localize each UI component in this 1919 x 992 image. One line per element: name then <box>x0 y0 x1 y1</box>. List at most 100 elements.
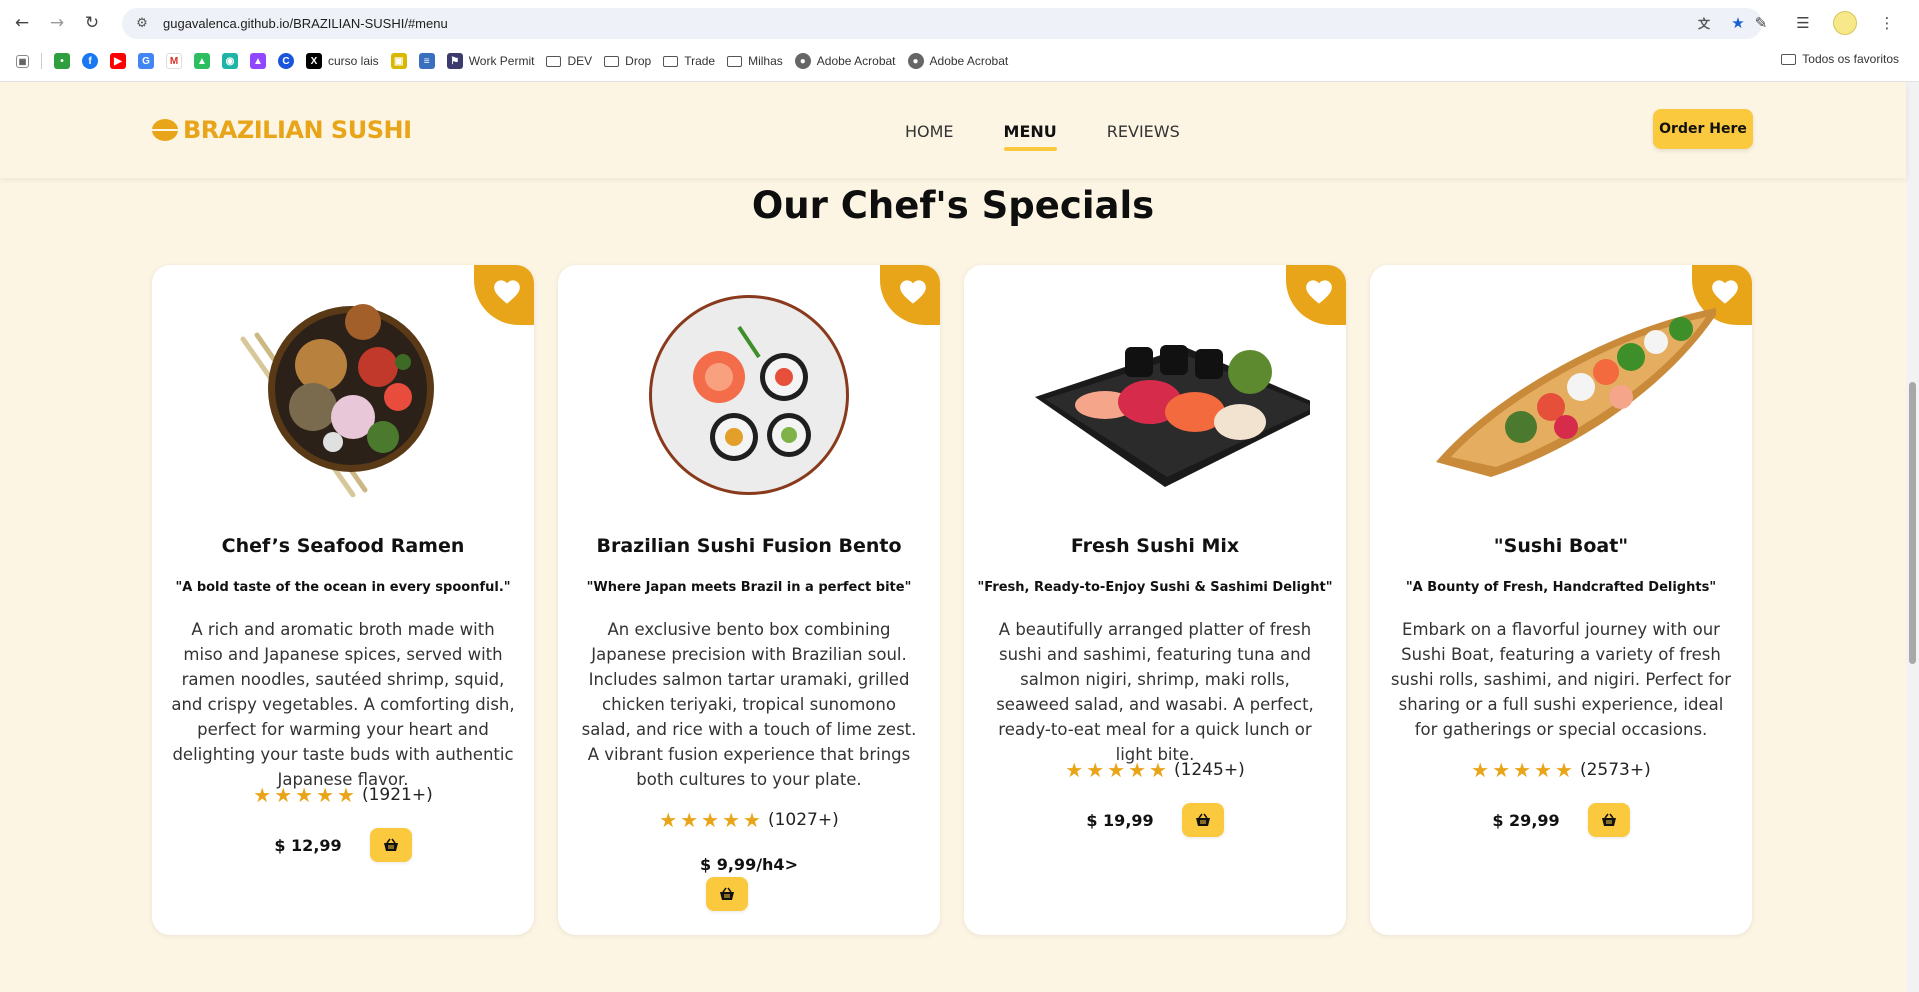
favorite-button[interactable] <box>880 265 940 325</box>
star-icon: ★ <box>274 783 293 807</box>
folder-icon <box>604 55 620 67</box>
all-bookmarks-label: Todos os favoritos <box>1802 52 1899 66</box>
youtube-icon[interactable]: ▶ <box>110 53 126 69</box>
reload-icon[interactable]: ↻ <box>79 10 105 36</box>
star-icon: ★ <box>1492 758 1511 782</box>
add-to-cart-button[interactable] <box>369 828 412 862</box>
section-title: Our Chef's Specials <box>751 184 1155 227</box>
star-icon: ★ <box>295 783 314 807</box>
bookmark-label: Drop <box>625 54 652 68</box>
review-count: (1921+) <box>361 785 433 805</box>
dish-rating: ★ ★ ★ ★ ★ (1245+) <box>964 760 1346 780</box>
evernote-icon[interactable]: ▲ <box>194 53 210 69</box>
ramen-bowl-image <box>240 304 434 497</box>
order-here-button[interactable]: Order Here <box>1653 109 1753 149</box>
folder-icon <box>1781 53 1797 65</box>
dish-price: $ 12,99 <box>274 835 342 855</box>
globe-icon: ● <box>794 53 811 69</box>
star-icon: ★ <box>1107 758 1126 782</box>
gauge-icon[interactable]: • <box>54 53 70 69</box>
gmail-icon[interactable]: M <box>166 53 182 69</box>
document-icon[interactable]: ≡ <box>418 53 435 69</box>
star-icon: ★ <box>1471 758 1490 782</box>
dish-price: $ 19,99 <box>1086 810 1154 830</box>
dish-rating: ★ ★ ★ ★ ★ (1921+) <box>152 785 534 805</box>
globe-icon: ● <box>907 53 924 69</box>
price-row: $ 19,99 <box>964 803 1346 837</box>
bookmark-drop[interactable]: Drop <box>604 54 651 68</box>
add-to-cart-button[interactable] <box>1181 803 1224 837</box>
apps-grid-icon[interactable]: ▦ <box>16 54 29 68</box>
translate-icon[interactable]: 文 <box>1694 13 1714 33</box>
bookmark-trade[interactable]: Trade <box>663 54 715 68</box>
c-icon[interactable]: C <box>278 53 294 69</box>
dish-card-sushi-mix: Fresh Sushi Mix "Fresh, Ready-to-Enjoy S… <box>964 265 1346 935</box>
star-icon: ★ <box>316 783 335 807</box>
media-icon[interactable]: ☰ <box>1791 11 1815 35</box>
star-icon: ★ <box>659 808 678 832</box>
bookmark-label: Adobe Acrobat <box>816 54 896 68</box>
camera-icon[interactable]: ◉ <box>222 53 238 69</box>
price-row: $ 29,99 <box>1370 803 1752 837</box>
star-icon: ★ <box>1086 758 1105 782</box>
site-info-icon[interactable]: ⚙ <box>132 14 152 34</box>
star-icon: ★ <box>253 783 272 807</box>
bookmark-label: Trade <box>684 54 716 68</box>
dish-tagline: "Where Japan meets Brazil in a perfect b… <box>586 580 912 595</box>
dish-card-bento: Brazilian Sushi Fusion Bento "Where Japa… <box>558 265 940 935</box>
nav-menu[interactable]: MENU <box>1003 122 1058 151</box>
back-icon[interactable]: ← <box>9 10 35 36</box>
translate-bookmark-icon[interactable]: G <box>138 53 154 69</box>
menu-icon[interactable]: ⋮ <box>1875 11 1899 35</box>
add-to-cart-button[interactable] <box>706 877 748 911</box>
dish-rating: ★ ★ ★ ★ ★ (2573+) <box>1370 760 1752 780</box>
dish-description: A beautifully arranged platter of fresh … <box>996 620 1314 764</box>
dish-description: An exclusive bento box combining Japanes… <box>581 620 917 789</box>
bookmark-work-permit[interactable]: ⚑ Work Permit <box>446 53 535 69</box>
card-icon[interactable]: ▣ <box>390 53 407 69</box>
dish-name: Fresh Sushi Mix <box>1070 535 1240 557</box>
extensions-icon[interactable]: ✎ <box>1749 11 1773 35</box>
forward-icon[interactable]: → <box>44 10 70 36</box>
star-icon: ★ <box>680 808 699 832</box>
profile-avatar[interactable] <box>1833 11 1857 35</box>
add-to-cart-button[interactable] <box>1587 803 1630 837</box>
star-icon: ★ <box>1555 758 1573 782</box>
bookmark-star-icon[interactable]: ★ <box>1728 13 1748 33</box>
star-icon: ★ <box>701 808 720 832</box>
bookmark-curso-lais[interactable]: Xcurso lais <box>306 53 379 69</box>
all-bookmarks[interactable]: Todos os favoritos <box>1781 52 1899 66</box>
bookmark-label: Work Permit <box>468 54 535 68</box>
twitch-icon[interactable]: ▲ <box>250 53 266 69</box>
dish-card-ramen: Chef’s Seafood Ramen "A bold taste of th… <box>152 265 534 935</box>
dish-description: Embark on a flavorful journey with our S… <box>1390 620 1732 739</box>
url-text[interactable]: gugavalenca.github.io/BRAZILIAN-SUSHI/#m… <box>163 16 448 31</box>
facebook-icon[interactable]: f <box>82 53 98 69</box>
heart-icon <box>494 280 520 304</box>
dish-price: $ 29,99 <box>1492 810 1560 830</box>
address-bar[interactable]: ⚙ gugavalenca.github.io/BRAZILIAN-SUSHI/… <box>122 8 1762 39</box>
dish-price: $ 9,99/h4> <box>700 855 798 874</box>
dish-tagline: "A Bounty of Fresh, Handcrafted Delights… <box>1405 580 1717 595</box>
bookmark-dev[interactable]: DEV <box>546 54 592 68</box>
bookmark-adobe-acrobat-1[interactable]: ● Adobe Acrobat <box>794 53 896 69</box>
dish-tagline: "A bold taste of the ocean in every spoo… <box>175 580 511 595</box>
scrollbar-thumb[interactable] <box>1909 382 1916 664</box>
page-scrollbar[interactable] <box>1906 82 1919 992</box>
nav-reviews[interactable]: REVIEWS <box>1107 122 1180 141</box>
browser-chrome: ← → ↻ ⚙ gugavalenca.github.io/BRAZILIAN-… <box>0 0 1919 82</box>
sushi-boat-image <box>1436 308 1716 477</box>
bookmark-adobe-acrobat-2[interactable]: ● Adobe Acrobat <box>907 53 1008 69</box>
bookmark-label: Milhas <box>748 54 783 68</box>
heart-icon <box>900 280 926 304</box>
star-icon: ★ <box>1065 758 1084 782</box>
bookmark-label: DEV <box>567 54 593 68</box>
favorite-button[interactable] <box>474 265 534 325</box>
bookmark-milhas[interactable]: Milhas <box>727 54 783 68</box>
bookmarks-divider <box>41 53 42 69</box>
dish-tagline: "Fresh, Ready-to-Enjoy Sushi & Sashimi D… <box>977 580 1333 595</box>
star-icon: ★ <box>722 808 741 832</box>
price-row: $ 12,99 <box>152 828 534 862</box>
nav-home[interactable]: HOME <box>905 122 954 141</box>
site-logo[interactable]: BRAZILIAN SUSHI <box>152 116 412 144</box>
